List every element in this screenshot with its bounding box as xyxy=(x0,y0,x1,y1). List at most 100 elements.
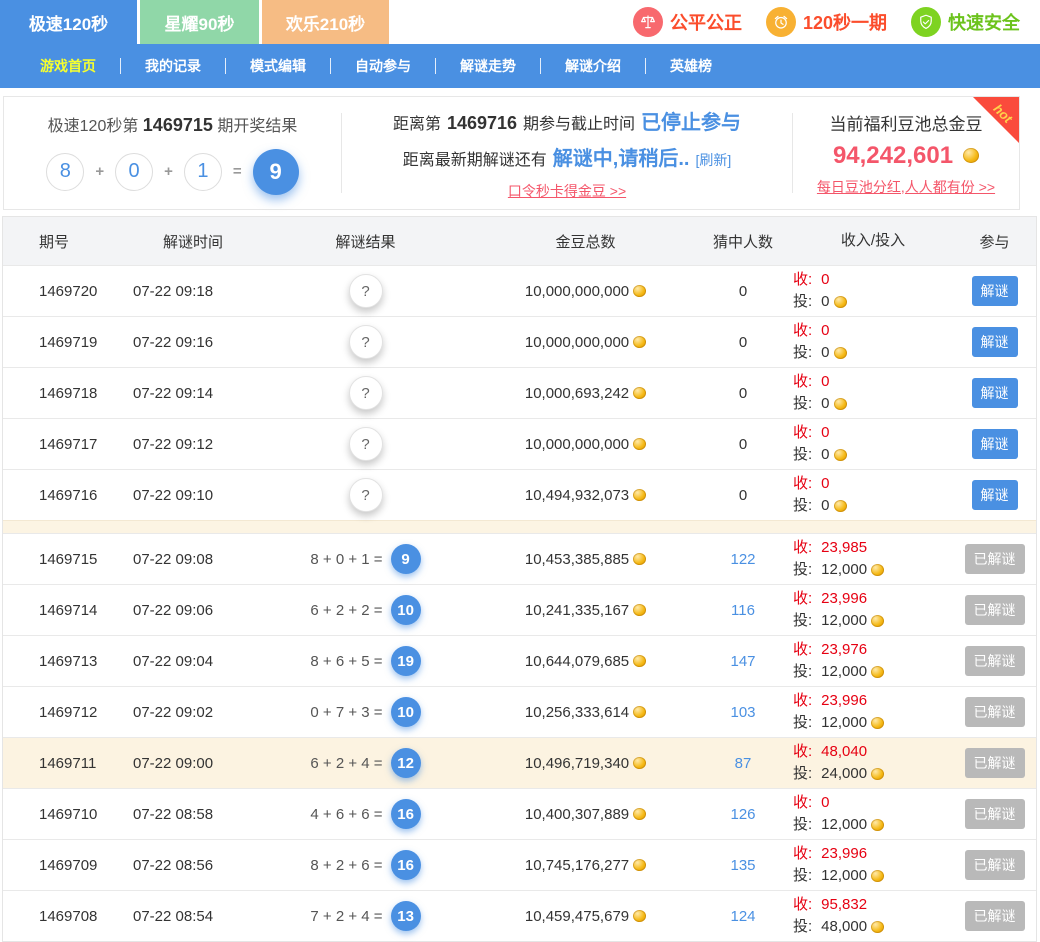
table-row: 1469711 07-22 09:00 ? 6 + 2 + 4 = 12 10,… xyxy=(3,737,1036,788)
invest-value: 12,000 xyxy=(821,661,867,683)
pool-title: 当前福利豆池总金豆 xyxy=(830,110,983,135)
income-invest-cell: 收: 0 投: 0 xyxy=(793,371,953,415)
total-beans-value: 10,494,932,073 xyxy=(525,487,629,504)
invest-value: 24,000 xyxy=(821,763,867,785)
coin-icon xyxy=(871,819,884,831)
winners-count[interactable]: 126 xyxy=(693,806,793,823)
results-table: 期号 解谜时间 解谜结果 金豆总数 猜中人数 收入/投入 参与 1469720 … xyxy=(2,216,1037,942)
total-beans-cell: 10,400,307,889 xyxy=(478,806,693,823)
coin-icon xyxy=(834,398,847,410)
result-cell: ? 4 + 6 + 6 = 16 xyxy=(253,799,478,829)
total-beans-cell: 10,644,079,685 xyxy=(478,653,693,670)
income-invest-cell: 收: 23,996 投: 12,000 xyxy=(793,690,953,734)
result-sum-badge: 10 xyxy=(391,595,421,625)
result-sum-badge: 12 xyxy=(391,748,421,778)
draw-time: 07-22 09:16 xyxy=(133,334,253,351)
invest-line: 投: 12,000 xyxy=(793,661,953,683)
issue-number: 1469708 xyxy=(3,908,133,925)
issue-number: 1469709 xyxy=(3,857,133,874)
solve-button[interactable]: 已解谜 xyxy=(965,748,1025,778)
income-line: 收: 48,040 xyxy=(793,741,953,763)
header-time: 解谜时间 xyxy=(133,231,253,252)
pool-dividend-link[interactable]: 每日豆池分红,人人都有份 >> xyxy=(817,177,995,197)
nav-item-trend[interactable]: 解谜走势 xyxy=(460,56,516,76)
income-line: 收: 0 xyxy=(793,371,953,393)
nav-item-my-records[interactable]: 我的记录 xyxy=(145,56,201,76)
total-beans-value: 10,400,307,889 xyxy=(525,806,629,823)
solve-button[interactable]: 解谜 xyxy=(972,429,1018,459)
pending-question-icon: ? xyxy=(349,274,383,308)
header-join: 参与 xyxy=(953,231,1036,252)
table-row: 1469709 07-22 08:56 ? 8 + 2 + 6 = 16 10,… xyxy=(3,839,1036,890)
invest-label: 投: xyxy=(793,661,812,683)
total-beans-cell: 10,000,000,000 xyxy=(478,283,693,300)
total-beans-cell: 10,256,333,614 xyxy=(478,704,693,721)
nav-item-home[interactable]: 游戏首页 xyxy=(40,56,96,76)
action-cell: 解谜 xyxy=(953,429,1036,459)
solve-button[interactable]: 解谜 xyxy=(972,378,1018,408)
winners-count[interactable]: 87 xyxy=(693,755,793,772)
income-invest-cell: 收: 0 投: 0 xyxy=(793,473,953,517)
tab-speed-120s[interactable]: 极速120秒 xyxy=(0,0,137,44)
invest-value: 48,000 xyxy=(821,916,867,938)
result-cell: ? xyxy=(253,274,478,308)
income-line: 收: 23,996 xyxy=(793,588,953,610)
income-line: 收: 0 xyxy=(793,473,953,495)
winners-count[interactable]: 124 xyxy=(693,908,793,925)
solve-button[interactable]: 已解谜 xyxy=(965,799,1025,829)
draw-time: 07-22 09:10 xyxy=(133,487,253,504)
nav-separator xyxy=(120,58,121,74)
solve-button[interactable]: 已解谜 xyxy=(965,901,1025,931)
total-beans-cell: 10,745,176,277 xyxy=(478,857,693,874)
winners-count[interactable]: 122 xyxy=(693,551,793,568)
winners-count[interactable]: 135 xyxy=(693,857,793,874)
table-row: 1469718 07-22 09:14 ? 10,000,693,242 0 收… xyxy=(3,367,1036,418)
invest-value: 0 xyxy=(821,495,829,517)
total-beans-cell: 10,494,932,073 xyxy=(478,487,693,504)
nav-item-auto-join[interactable]: 自动参与 xyxy=(355,56,411,76)
table-row: 1469717 07-22 09:12 ? 10,000,000,000 0 收… xyxy=(3,418,1036,469)
draw-title-prefix: 极速120秒第 xyxy=(48,118,139,135)
coin-icon xyxy=(871,921,884,933)
winners-count: 0 xyxy=(693,385,793,402)
refresh-link[interactable]: [刷新] xyxy=(695,150,731,170)
solve-button[interactable]: 解谜 xyxy=(972,276,1018,306)
winners-count[interactable]: 147 xyxy=(693,653,793,670)
nav-item-intro[interactable]: 解谜介绍 xyxy=(565,56,621,76)
table-row: 1469714 07-22 09:06 ? 6 + 2 + 2 = 10 10,… xyxy=(3,584,1036,635)
total-beans-value: 10,000,000,000 xyxy=(525,436,629,453)
table-row: 1469713 07-22 09:04 ? 8 + 6 + 5 = 19 10,… xyxy=(3,635,1036,686)
tab-joy-210s[interactable]: 欢乐210秒 xyxy=(262,0,389,44)
result-cell: ? xyxy=(253,478,478,512)
income-value: 0 xyxy=(821,269,829,291)
solve-button[interactable]: 已解谜 xyxy=(965,544,1025,574)
coin-icon xyxy=(633,336,646,348)
latest-draw-result: 极速120秒第 1469715 期开奖结果 8 + 0 + 1 = 9 xyxy=(4,97,341,209)
plus-sign: + xyxy=(95,163,104,180)
invest-value: 12,000 xyxy=(821,814,867,836)
solve-button[interactable]: 已解谜 xyxy=(965,850,1025,880)
nav-item-mode-edit[interactable]: 模式编辑 xyxy=(250,56,306,76)
promo-link[interactable]: 口令秒卡得金豆 >> xyxy=(508,181,626,201)
income-value: 95,832 xyxy=(821,894,867,916)
invest-value: 0 xyxy=(821,444,829,466)
draw-issue-number: 1469715 xyxy=(143,115,213,135)
solve-button[interactable]: 解谜 xyxy=(972,327,1018,357)
income-value: 23,985 xyxy=(821,537,867,559)
nav-item-hero-list[interactable]: 英雄榜 xyxy=(670,56,712,76)
total-beans-value: 10,000,000,000 xyxy=(525,334,629,351)
winners-count[interactable]: 103 xyxy=(693,704,793,721)
solve-button[interactable]: 已解谜 xyxy=(965,595,1025,625)
draw-time: 07-22 09:00 xyxy=(133,755,253,772)
invest-value: 0 xyxy=(821,342,829,364)
solve-button[interactable]: 解谜 xyxy=(972,480,1018,510)
table-row: 1469716 07-22 09:10 ? 10,494,932,073 0 收… xyxy=(3,469,1036,520)
invest-label: 投: xyxy=(793,291,812,313)
tab-star-90s[interactable]: 星耀90秒 xyxy=(140,0,259,44)
solve-button[interactable]: 已解谜 xyxy=(965,697,1025,727)
result-cell: ? xyxy=(253,325,478,359)
winners-count[interactable]: 116 xyxy=(693,602,793,619)
coin-icon xyxy=(871,717,884,729)
solving-status: 解谜中,请稍后.. xyxy=(553,142,690,171)
solve-button[interactable]: 已解谜 xyxy=(965,646,1025,676)
